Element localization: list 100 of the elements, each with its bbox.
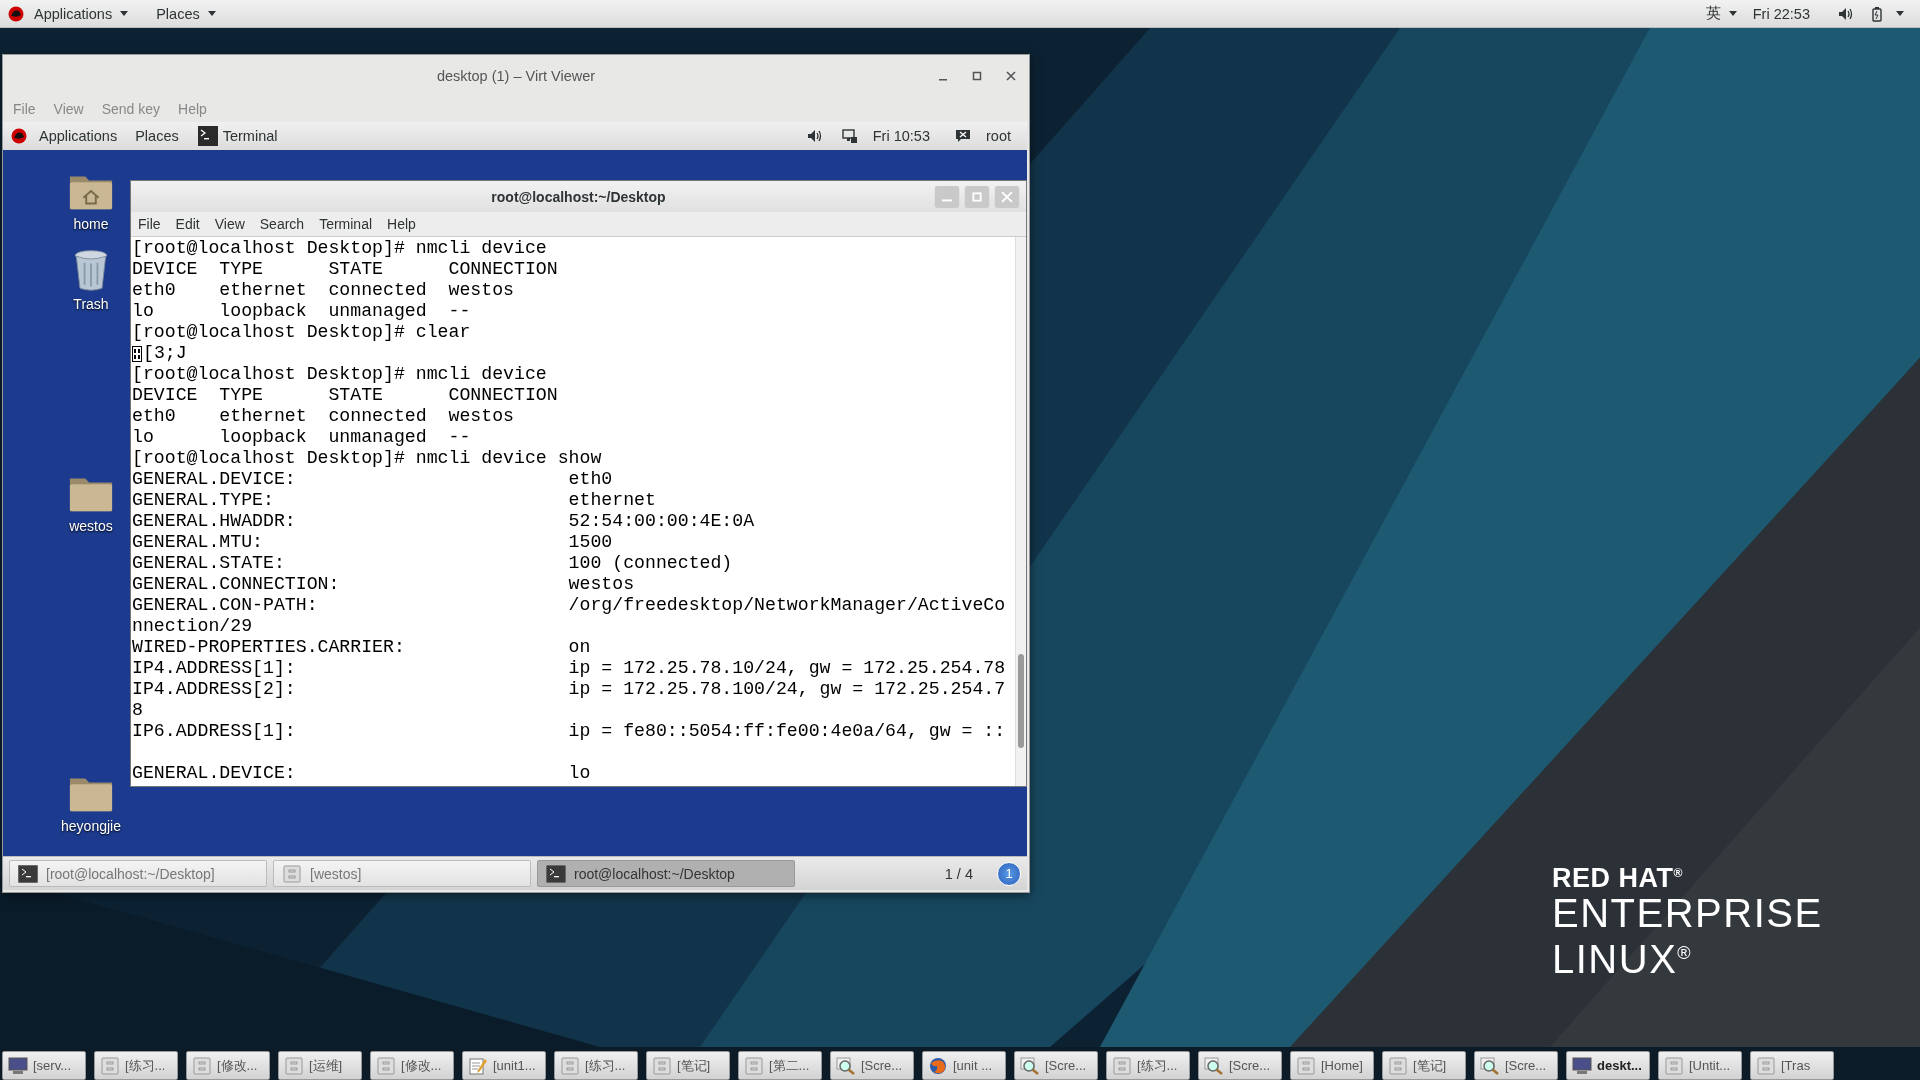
caret-icon xyxy=(1896,11,1904,16)
terminal-line: GENERAL.STATE: 100 (connected) xyxy=(132,553,734,574)
taskbar-item[interactable]: [修改... xyxy=(186,1051,270,1080)
terminal-icon xyxy=(196,125,219,147)
unknown-glyph-icon xyxy=(132,344,142,363)
top-menu[interactable]: Applications xyxy=(30,5,115,22)
menu-item[interactable]: Help xyxy=(387,216,416,232)
hat-logo-icon xyxy=(11,128,27,144)
caret-icon xyxy=(120,11,129,16)
terminal-line: [3;J xyxy=(143,343,187,364)
terminal-line: DEVICE TYPE STATE CONNECTION xyxy=(132,259,559,280)
top-menu[interactable]: Applications xyxy=(37,128,124,144)
user-menu[interactable]: root xyxy=(986,128,1011,144)
menu-item[interactable]: Search xyxy=(259,216,305,232)
window-list-item[interactable]: [westos] xyxy=(273,860,531,887)
cabinet-icon xyxy=(1388,1056,1408,1075)
taskbar-item[interactable]: [Scre... xyxy=(830,1051,914,1080)
taskbar-item[interactable]: [笔记] xyxy=(646,1051,730,1080)
menu-item[interactable]: Edit xyxy=(175,216,200,232)
taskbar-item[interactable]: deskt... xyxy=(1566,1051,1650,1080)
window-title: root@localhost:~/Desktop xyxy=(491,188,666,205)
taskbar-item[interactable]: [unit ... xyxy=(922,1051,1006,1080)
cabinet-icon xyxy=(284,1056,304,1075)
terminal-icon xyxy=(546,864,566,883)
cabinet-icon xyxy=(1664,1056,1684,1075)
notepad-icon xyxy=(468,1056,488,1075)
cabinet-icon xyxy=(100,1056,120,1075)
magnifier-icon xyxy=(1020,1056,1040,1075)
terminal-line: GENERAL.TYPE: ethernet xyxy=(132,490,657,511)
hat-logo-icon xyxy=(8,5,24,22)
terminal-line: lo loopback unmanaged -- xyxy=(132,427,472,448)
terminal-line: [root@localhost Desktop]# nmcli device show xyxy=(132,448,603,469)
cabinet-icon xyxy=(376,1056,396,1075)
logo-text: RED HAT$^{®}$ xyxy=(1552,862,1684,893)
cabinet-icon xyxy=(1112,1056,1132,1075)
desktop-icon-label[interactable]: heyongjie xyxy=(61,818,121,834)
desktop-icon-label[interactable]: westos xyxy=(69,518,113,534)
cabinet-icon xyxy=(744,1056,764,1075)
clock[interactable]: Fri 10:53 xyxy=(872,128,930,144)
taskbar-item[interactable]: [第二... xyxy=(738,1051,822,1080)
terminal-line: [root@localhost Desktop]# nmcli device xyxy=(132,364,548,385)
terminal-line: 8 xyxy=(132,700,144,721)
taskbar-item[interactable]: [Home] xyxy=(1290,1051,1374,1080)
taskbar-item[interactable]: [Scre... xyxy=(1474,1051,1558,1080)
terminal-line: GENERAL.DEVICE: lo xyxy=(132,763,592,784)
monitor-icon xyxy=(1572,1056,1592,1075)
app-menu-button[interactable]: Terminal xyxy=(222,128,286,144)
scrollbar-thumb[interactable] xyxy=(1018,654,1024,748)
window-list-item[interactable]: root@localhost:~/Desktop xyxy=(537,860,795,887)
terminal-line: nnection/29 xyxy=(132,616,254,637)
battery-icon[interactable] xyxy=(1869,5,1885,22)
terminal-line: IP6.ADDRESS[1]: ip = fe80::5054:ff:fe00:4e0a/64, gw = :: xyxy=(132,721,1007,742)
taskbar-item[interactable]: [Scre... xyxy=(1014,1051,1098,1080)
terminal-line: [root@localhost Desktop]# nmcli device xyxy=(132,238,548,259)
menu-item[interactable]: Terminal xyxy=(319,216,373,232)
taskbar-item[interactable]: [练习... xyxy=(554,1051,638,1080)
top-menu[interactable]: Places xyxy=(133,128,185,144)
taskbar-item[interactable]: [练习... xyxy=(94,1051,178,1080)
menu-item[interactable]: File xyxy=(138,216,161,232)
notification-badge[interactable]: 1 xyxy=(997,861,1021,886)
desktop-icon-label[interactable]: home xyxy=(73,216,109,232)
terminal-line: GENERAL.HWADDR: 52:54:00:00:4E:0A xyxy=(132,511,756,532)
taskbar-item[interactable]: [修改... xyxy=(370,1051,454,1080)
cabinet-icon xyxy=(282,864,302,883)
volume-icon[interactable] xyxy=(805,128,822,144)
terminal-line: IP4.ADDRESS[2]: ip = 172.25.78.100/24, gw = 172.25.254.7 xyxy=(132,679,1007,700)
taskbar-item[interactable]: [Tras xyxy=(1750,1051,1834,1080)
network-icon[interactable] xyxy=(841,128,858,144)
cabinet-icon xyxy=(652,1056,672,1075)
taskbar-item[interactable]: [Scre... xyxy=(1198,1051,1282,1080)
terminal-line: DEVICE TYPE STATE CONNECTION xyxy=(132,385,559,406)
taskbar-item[interactable]: [笔记] xyxy=(1382,1051,1466,1080)
taskbar-item[interactable]: [运维] xyxy=(278,1051,362,1080)
clock[interactable]: Fri 22:53 xyxy=(1750,5,1812,22)
desktop-icon-label[interactable]: Trash xyxy=(73,296,109,312)
terminal-line: GENERAL.CON-PATH: /org/freedesktop/NetworkManager/ActiveCo xyxy=(132,595,1007,616)
close-button[interactable] xyxy=(1005,69,1017,82)
taskbar-item[interactable]: [serv... xyxy=(2,1051,86,1080)
terminal-line: GENERAL.MTU: 1500 xyxy=(132,532,614,553)
scrollbar[interactable] xyxy=(1015,237,1026,786)
terminal-line: [root@localhost Desktop]# clear xyxy=(132,322,472,343)
logo-text: LINUX$^{®}$ xyxy=(1552,936,1694,980)
window-list-item[interactable]: [root@localhost:~/Desktop] xyxy=(9,860,267,887)
cabinet-icon xyxy=(192,1056,212,1075)
maximize-button[interactable] xyxy=(971,69,983,82)
taskbar-item[interactable]: [Untit... xyxy=(1658,1051,1742,1080)
terminal-line: IP4.ADDRESS[1]: ip = 172.25.78.10/24, gw = 172.25.254.78 xyxy=(132,658,1007,679)
menu-item[interactable]: View xyxy=(214,216,245,232)
top-menu[interactable]: Places xyxy=(152,5,202,22)
input-method-indicator[interactable]: 英 xyxy=(1703,4,1723,23)
cabinet-icon xyxy=(1296,1056,1316,1075)
terminal-icon xyxy=(18,864,38,883)
taskbar-item[interactable]: [unit1... xyxy=(462,1051,546,1080)
logo-text: ENTERPRISE xyxy=(1552,893,1823,933)
magnifier-icon xyxy=(1204,1056,1224,1075)
workspace-indicator[interactable]: 1 / 4 xyxy=(944,865,973,882)
taskbar-item[interactable]: [练习... xyxy=(1106,1051,1190,1080)
caret-icon xyxy=(207,11,216,16)
magnifier-icon xyxy=(836,1056,856,1075)
terminal-line: WIRED-PROPERTIES.CARRIER: on xyxy=(132,637,592,658)
